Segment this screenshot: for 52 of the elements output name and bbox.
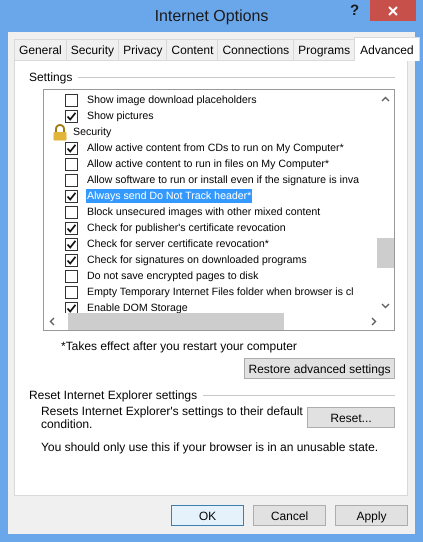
checkbox[interactable]	[65, 94, 78, 106]
warning-text: You should only use this if your browser is in an unusable state.	[41, 440, 380, 454]
checkmark-icon	[66, 142, 77, 154]
group-label: Reset Internet Explorer settings	[29, 388, 198, 402]
checkbox[interactable]	[65, 270, 78, 282]
setting-label[interactable]: Empty Temporary Internet Files folder when browser is cl	[86, 285, 355, 299]
setting-label[interactable]: Check for signatures on downloaded programs	[86, 253, 308, 267]
setting-label[interactable]: Check for server certificate revocation*	[86, 237, 270, 251]
setting-label[interactable]: Allow active content from CDs to run on My Computer*	[86, 141, 345, 155]
setting-label[interactable]: Allow active content to run in files on My Computer*	[86, 157, 330, 171]
tab[interactable]: General	[14, 39, 67, 60]
checkbox[interactable]	[65, 206, 78, 218]
checkbox[interactable]	[65, 142, 78, 154]
dialog-button[interactable]: Apply	[335, 505, 408, 526]
checkbox[interactable]	[65, 238, 78, 250]
reset-description: Resets Internet Explorer's settings to their default condition.	[41, 405, 303, 431]
checkbox[interactable]	[65, 302, 78, 313]
close-icon	[387, 4, 399, 16]
setting-label[interactable]: Do not save encrypted pages to disk	[86, 269, 260, 283]
lock-icon	[52, 124, 68, 140]
close-button[interactable]	[370, 0, 416, 21]
checkbox[interactable]	[65, 286, 78, 298]
checkbox[interactable]	[65, 110, 78, 122]
checkmark-icon	[66, 110, 77, 122]
checkbox[interactable]	[65, 190, 78, 202]
category-label[interactable]: Security	[72, 125, 112, 139]
reset-button[interactable]: Reset...	[307, 407, 395, 428]
dialog-button[interactable]: OK	[171, 505, 244, 526]
dialog-button[interactable]: Cancel	[253, 505, 326, 526]
setting-label[interactable]: Show pictures	[86, 109, 155, 123]
scrollbar-thumb[interactable]	[68, 313, 284, 330]
checkbox[interactable]	[65, 158, 78, 170]
setting-label[interactable]: Allow software to run or install even if the signature is inva	[86, 173, 360, 187]
checkmark-icon	[66, 254, 77, 266]
window-title: Internet Options	[154, 7, 268, 26]
checkmark-icon	[66, 302, 77, 313]
setting-label[interactable]: Block unsecured images with other mixed content	[86, 205, 322, 219]
checkbox[interactable]	[65, 254, 78, 266]
group-label: Settings	[29, 70, 72, 84]
checkbox[interactable]	[65, 222, 78, 234]
checkmark-icon	[66, 222, 77, 234]
setting-label[interactable]: Check for publisher's certificate revocation	[86, 221, 287, 235]
checkmark-icon	[66, 190, 77, 202]
help-button[interactable]: ?	[346, 2, 364, 19]
setting-label[interactable]: Enable DOM Storage	[86, 301, 189, 313]
checkbox[interactable]	[65, 174, 78, 186]
setting-label[interactable]: Show image download placeholders	[86, 93, 258, 107]
restore-button[interactable]: Restore advanced settings	[244, 358, 395, 379]
checkmark-icon	[66, 238, 77, 250]
footnote: *Takes effect after you restart your computer	[61, 339, 298, 353]
scrollbar-thumb[interactable]	[377, 238, 394, 268]
tab[interactable]: Advanced	[354, 37, 420, 61]
